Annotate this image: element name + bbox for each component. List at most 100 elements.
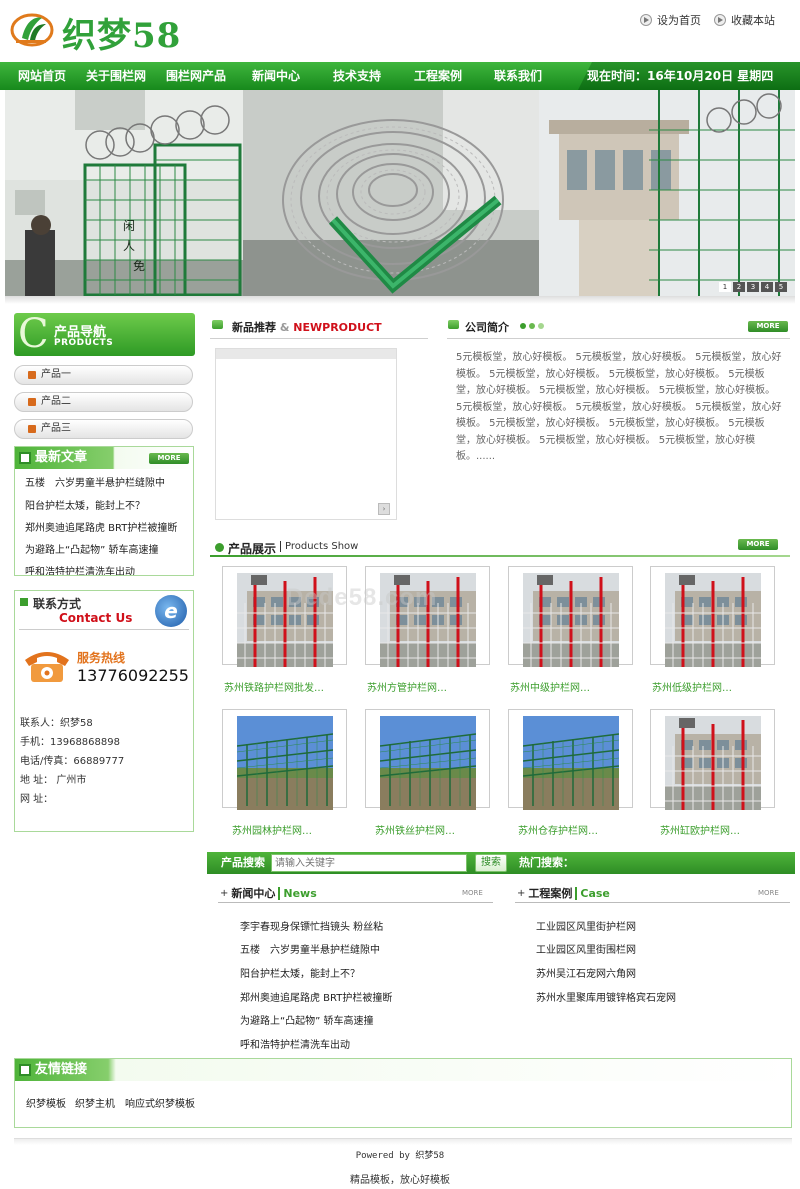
nav-item-contact[interactable]: 联系我们 (494, 62, 542, 90)
list-item[interactable]: 郑州奥迪追尾路虎 BRT护栏被撞断 (25, 519, 190, 534)
case-list-item[interactable]: 工业园区风里街围栏网 (536, 941, 636, 956)
case-title-en: Case (575, 886, 610, 900)
product-card[interactable] (222, 709, 347, 810)
logo-emblem-icon (10, 13, 54, 47)
latest-articles-title: 最新文章 (35, 450, 88, 465)
product-nav-item[interactable]: 产品一 (14, 365, 193, 385)
list-item[interactable]: 呼和浩特护栏清洗车出动 (25, 563, 190, 575)
new-product-scroller[interactable]: › (215, 348, 397, 520)
product-name[interactable]: 苏州铁丝护栏网… (375, 822, 455, 837)
product-name[interactable]: 苏州缸欧护栏网… (660, 822, 740, 837)
nav-item-cases[interactable]: 工程案例 (414, 62, 462, 90)
list-item[interactable]: 阳台护栏太矮，能封上不？ (25, 497, 190, 512)
arrow-circle-icon (640, 14, 652, 26)
banner-image-razor-wire (243, 90, 539, 296)
svg-text:闲: 闲 (123, 219, 135, 233)
nav-item-about[interactable]: 关于围栏网 (86, 62, 146, 90)
product-thumbnail[interactable] (237, 716, 333, 810)
hot-search-label: 热门搜索： (519, 856, 574, 869)
product-card[interactable] (365, 709, 490, 810)
news-list-item[interactable]: 呼和浩特护栏清洗车出动 (240, 1036, 350, 1051)
product-thumbnail[interactable] (237, 573, 333, 667)
divider (515, 902, 790, 903)
nav-item-news[interactable]: 新闻中心 (252, 62, 300, 90)
product-thumbnail[interactable] (665, 716, 761, 810)
news-list-item[interactable]: 阳台护栏太矮，能封上不？ (240, 965, 360, 980)
product-name[interactable]: 苏州低级护栏网… (652, 679, 732, 694)
case-more-link[interactable]: MORE (758, 889, 779, 897)
company-title: 公司简介 (465, 321, 509, 334)
product-thumbnail[interactable] (380, 716, 476, 810)
footer-powered-by: Powered by 织梦58 (355, 1151, 445, 1161)
news-list-item[interactable]: 李宇春现身保镖忙挡镜头 粉丝粘 (240, 918, 383, 933)
bullet-icon (215, 543, 224, 552)
product-nav-item[interactable]: 产品三 (14, 419, 193, 439)
banner-page-1[interactable]: 1 (719, 282, 731, 292)
logo-text: 织梦58 (62, 16, 182, 56)
product-name[interactable]: 苏州园林护栏网… (232, 822, 312, 837)
search-button[interactable]: 搜索 (475, 854, 507, 872)
hotline-number: 13776092255 (77, 666, 189, 685)
site-logo[interactable]: 织梦58 (8, 8, 208, 56)
nav-item-products[interactable]: 围栏网产品 (166, 62, 226, 90)
product-thumbnail[interactable] (380, 573, 476, 667)
new-product-amp: & (279, 321, 290, 334)
product-card[interactable] (650, 709, 775, 810)
set-home-link[interactable]: 设为首页 (640, 12, 701, 28)
product-nav-item[interactable]: 产品二 (14, 392, 193, 412)
friend-link[interactable]: 织梦主机 (75, 1095, 115, 1110)
nav-item-home[interactable]: 网站首页 (18, 62, 66, 90)
friend-link[interactable]: 响应式织梦模板 (125, 1095, 195, 1110)
news-more-link[interactable]: MORE (462, 889, 483, 897)
product-card[interactable] (365, 566, 490, 667)
product-name[interactable]: 苏州中级护栏网… (510, 679, 590, 694)
list-item[interactable]: 为避路上“凸起物” 轿车高速撞 (25, 541, 190, 556)
product-thumbnail[interactable] (665, 573, 761, 667)
latest-more-button[interactable]: MORE (149, 453, 189, 464)
plus-icon: + (220, 887, 229, 899)
nav-item-support[interactable]: 技术支持 (333, 62, 381, 90)
product-thumbnail[interactable] (523, 573, 619, 667)
case-list-item[interactable]: 苏州水里聚库用镀锌格宾石宠网 (536, 989, 676, 1004)
banner-page-2[interactable]: 2 (733, 282, 745, 292)
bookmark-label: 收藏本站 (731, 14, 775, 27)
friend-links-box: 友情链接 织梦模板 织梦主机 响应式织梦模板 (14, 1058, 792, 1128)
banner-page-3[interactable]: 3 (747, 282, 759, 292)
product-name[interactable]: 苏州方管护栏网… (367, 679, 447, 694)
contact-title: 联系方式 (33, 597, 82, 611)
banner-image-gate: 闲 人 免 (5, 90, 243, 296)
list-item[interactable]: 五楼 六岁男童半悬护栏缝隙中 (25, 474, 190, 489)
news-list-item[interactable]: 郑州奥迪追尾路虎 BRT护栏被撞断 (240, 989, 392, 1004)
telephone-icon (25, 652, 69, 682)
hero-banner[interactable]: 闲 人 免 1 2 3 4 5 (5, 90, 795, 296)
search-input[interactable] (271, 854, 467, 872)
banner-page-5[interactable]: 5 (775, 282, 787, 292)
scroll-arrow-icon[interactable]: › (378, 503, 390, 515)
latest-articles-header: 最新文章 MORE (15, 447, 193, 469)
case-list-item[interactable]: 工业园区风里街护栏网 (536, 918, 636, 933)
product-card[interactable] (650, 566, 775, 667)
product-card[interactable] (508, 566, 633, 667)
product-thumbnail[interactable] (523, 716, 619, 810)
banner-page-4[interactable]: 4 (761, 282, 773, 292)
case-list-item[interactable]: 苏州吴江石宠网六角网 (536, 965, 636, 980)
product-card[interactable] (508, 709, 633, 810)
news-list-item[interactable]: 为避路上“凸起物” 轿车高速撞 (240, 1012, 374, 1027)
product-name[interactable]: 苏州铁路护栏网批发… (224, 679, 324, 694)
news-list-item[interactable]: 五楼 六岁男童半悬护栏缝隙中 (240, 941, 380, 956)
latest-articles-box: 最新文章 MORE 五楼 六岁男童半悬护栏缝隙中 阳台护栏太矮，能封上不？ 郑州… (14, 446, 194, 576)
bookmark-link[interactable]: 收藏本站 (714, 12, 775, 28)
new-product-title-en: NEWPRODUCT (293, 321, 382, 334)
arrow-icon (448, 320, 459, 329)
ie-browser-icon: e (155, 595, 187, 627)
dot-icon (538, 323, 544, 329)
contact-person: 联系人：织梦58 (20, 718, 93, 729)
bullet-icon (28, 425, 36, 433)
friend-links-title: 友情链接 (35, 1062, 88, 1077)
product-card[interactable] (222, 566, 347, 667)
company-more-button[interactable]: MORE (748, 321, 788, 332)
products-more-button[interactable]: MORE (738, 539, 778, 550)
banner-pagination: 1 2 3 4 5 (719, 282, 787, 292)
friend-link[interactable]: 织梦模板 (26, 1095, 66, 1110)
product-name[interactable]: 苏州仓存护栏网… (518, 822, 598, 837)
